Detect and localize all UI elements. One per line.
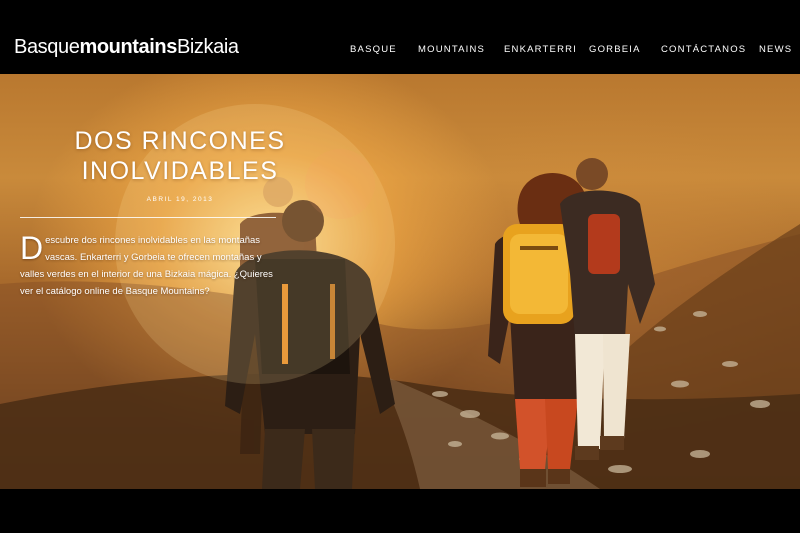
hero-banner: DOS RINCONES INOLVIDABLES ABRIL 19, 2013… xyxy=(0,74,800,489)
hero-title: DOS RINCONES INOLVIDABLES xyxy=(20,126,340,186)
hero-date: ABRIL 19, 2013 xyxy=(146,196,214,203)
nav-item-contactanos[interactable]: CONTÁCTANOS xyxy=(661,44,746,56)
main-nav: BASQUE MOUNTAINS ENKARTERRI GORBEIA CONT… xyxy=(0,44,800,58)
hero-divider xyxy=(20,217,276,218)
nav-item-gorbeia[interactable]: GORBEIA xyxy=(589,44,641,56)
hero-title-line-1: DOS RINCONES xyxy=(74,127,286,155)
hero-dropcap: D xyxy=(20,230,44,266)
hero-body-text: escubre dos rincones inolvidables en las… xyxy=(20,235,273,297)
nav-item-enkarterri[interactable]: ENKARTERRI xyxy=(504,44,577,56)
nav-item-mountains[interactable]: MOUNTAINS xyxy=(418,44,485,56)
nav-item-news[interactable]: NEWS xyxy=(759,44,792,56)
hero-title-line-2: INOLVIDABLES xyxy=(81,157,279,185)
page: BasquemountainsBizkaia BASQUE MOUNTAINS … xyxy=(0,0,800,533)
hero-body: Descubre dos rincones inolvidables en la… xyxy=(20,232,282,300)
site-header: BasquemountainsBizkaia BASQUE MOUNTAINS … xyxy=(0,0,800,74)
bottom-band xyxy=(0,489,800,533)
nav-item-basque[interactable]: BASQUE xyxy=(350,44,397,56)
